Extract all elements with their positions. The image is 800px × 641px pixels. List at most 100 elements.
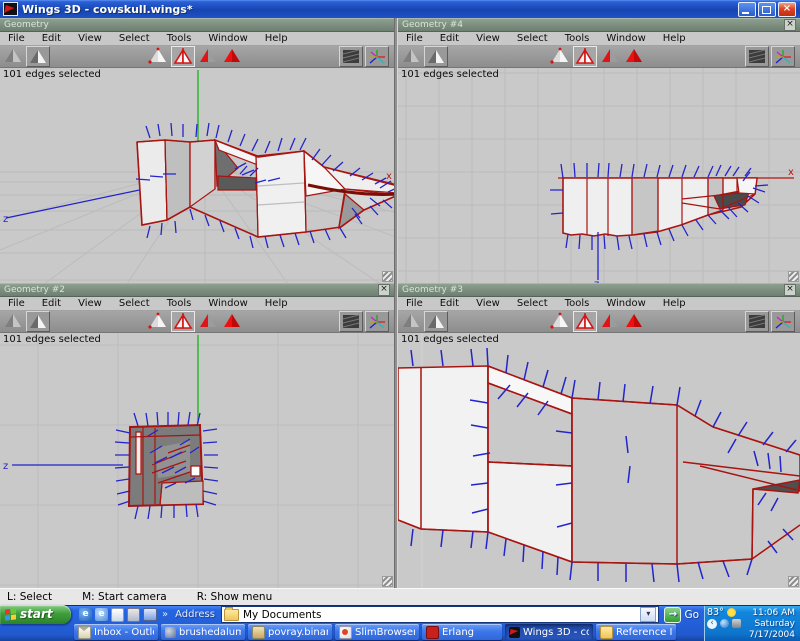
- menu-view[interactable]: View: [70, 298, 111, 310]
- menu-view[interactable]: View: [468, 298, 509, 310]
- axes-toggle-icon[interactable]: [771, 311, 795, 332]
- address-dropdown-button[interactable]: ▾: [640, 607, 656, 622]
- menu-select[interactable]: Select: [111, 298, 159, 310]
- viewport-geometry3-header[interactable]: Geometry #3 ×: [398, 283, 800, 297]
- menu-window[interactable]: Window: [200, 33, 256, 45]
- menu-file[interactable]: File: [0, 33, 34, 45]
- menu-edit[interactable]: Edit: [34, 298, 70, 310]
- body-select-mode-icon[interactable]: [221, 46, 243, 65]
- window-titlebar[interactable]: Wings 3D - cowskull.wings* ×: [0, 0, 800, 18]
- menu-file[interactable]: File: [0, 298, 34, 310]
- shading-toggle-icon[interactable]: [339, 311, 363, 332]
- restore-button[interactable]: [758, 2, 776, 17]
- menu-select[interactable]: Select: [509, 298, 557, 310]
- menu-window[interactable]: Window: [200, 298, 256, 310]
- viewport-geometry4-header[interactable]: Geometry #4 ×: [398, 18, 800, 32]
- viewport-geometry4-canvas[interactable]: 101 edges selected x: [398, 68, 800, 283]
- vertex-select-mode-icon[interactable]: [549, 311, 571, 330]
- internet-explorer-icon[interactable]: e: [79, 608, 92, 621]
- task-button-slimbrowser[interactable]: SlimBrowser - [Goo...: [335, 624, 419, 640]
- viewport-resize-grip[interactable]: [788, 271, 799, 282]
- viewport-geometry-header[interactable]: Geometry: [0, 18, 394, 32]
- start-button[interactable]: start: [0, 605, 71, 624]
- weather-tray-icon[interactable]: [727, 608, 736, 617]
- task-button-brushedalum[interactable]: brushedalum.pov:li...: [161, 624, 245, 640]
- history-redo-icon[interactable]: [424, 311, 448, 332]
- close-window-button[interactable]: ×: [778, 2, 796, 17]
- utility-tray-icon[interactable]: [732, 619, 741, 628]
- notes-shortcut-icon[interactable]: [127, 608, 140, 622]
- viewport-geometry2-header[interactable]: Geometry #2 ×: [0, 283, 394, 297]
- tray-collapse-icon[interactable]: ‹: [707, 619, 717, 629]
- edge-select-mode-icon[interactable]: [171, 46, 195, 67]
- menu-tools[interactable]: Tools: [557, 298, 599, 310]
- viewport-resize-grip[interactable]: [382, 576, 393, 587]
- menu-file[interactable]: File: [398, 298, 432, 310]
- viewport-resize-grip[interactable]: [382, 271, 393, 282]
- task-button-outlook[interactable]: Inbox - Outlook Ex...: [74, 624, 158, 640]
- viewport-geometry-canvas[interactable]: 101 edges selected z x: [0, 68, 394, 283]
- task-button-wings3d[interactable]: Wings 3D - cowskul...: [505, 624, 593, 640]
- body-select-mode-icon[interactable]: [623, 311, 645, 330]
- viewport-resize-grip[interactable]: [788, 576, 799, 587]
- vertex-select-mode-icon[interactable]: [147, 46, 169, 65]
- task-button-erlang[interactable]: Erlang: [422, 624, 502, 640]
- close-viewport-icon[interactable]: ×: [378, 284, 390, 296]
- history-undo-icon[interactable]: [400, 46, 422, 65]
- axes-toggle-icon[interactable]: [365, 311, 389, 332]
- vertex-select-mode-icon[interactable]: [147, 311, 169, 330]
- task-button-reference-images[interactable]: Reference Images: [596, 624, 676, 640]
- history-redo-icon[interactable]: [424, 46, 448, 67]
- msn-explorer-icon[interactable]: e: [95, 608, 108, 621]
- menu-edit[interactable]: Edit: [432, 33, 468, 45]
- menu-window[interactable]: Window: [598, 33, 654, 45]
- shading-toggle-icon[interactable]: [339, 46, 363, 67]
- address-input[interactable]: My Documents ▾: [221, 606, 659, 623]
- face-select-mode-icon[interactable]: [599, 46, 621, 65]
- axes-toggle-icon[interactable]: [771, 46, 795, 67]
- menu-help[interactable]: Help: [257, 298, 297, 310]
- face-select-mode-icon[interactable]: [599, 311, 621, 330]
- body-select-mode-icon[interactable]: [623, 46, 645, 65]
- window-shortcut-icon[interactable]: [143, 608, 157, 621]
- edge-select-mode-icon[interactable]: [573, 46, 597, 67]
- axes-toggle-icon[interactable]: [365, 46, 389, 67]
- close-viewport-icon[interactable]: ×: [784, 19, 796, 31]
- menu-select[interactable]: Select: [111, 33, 159, 45]
- body-select-mode-icon[interactable]: [221, 311, 243, 330]
- edge-select-mode-icon[interactable]: [171, 311, 195, 332]
- menu-edit[interactable]: Edit: [34, 33, 70, 45]
- quick-launch-overflow-icon[interactable]: »: [162, 609, 168, 620]
- menu-tools[interactable]: Tools: [557, 33, 599, 45]
- menu-window[interactable]: Window: [598, 298, 654, 310]
- menu-select[interactable]: Select: [509, 33, 557, 45]
- go-button[interactable]: → Go: [664, 607, 699, 623]
- history-undo-icon[interactable]: [2, 311, 24, 330]
- shading-toggle-icon[interactable]: [745, 311, 769, 332]
- history-redo-icon[interactable]: [26, 311, 50, 332]
- menu-help[interactable]: Help: [655, 33, 695, 45]
- viewport-geometry3-canvas[interactable]: 101 edges selected: [398, 333, 800, 588]
- menu-view[interactable]: View: [70, 33, 111, 45]
- shading-toggle-icon[interactable]: [745, 46, 769, 67]
- vertex-select-mode-icon[interactable]: [549, 46, 571, 65]
- history-undo-icon[interactable]: [400, 311, 422, 330]
- menu-edit[interactable]: Edit: [432, 298, 468, 310]
- face-select-mode-icon[interactable]: [197, 46, 219, 65]
- menu-tools[interactable]: Tools: [159, 298, 201, 310]
- minimize-button[interactable]: [738, 2, 756, 17]
- close-viewport-icon[interactable]: ×: [784, 284, 796, 296]
- task-button-povray-binaries[interactable]: povray.binaries.im...: [248, 624, 332, 640]
- history-redo-icon[interactable]: [26, 46, 50, 67]
- viewport-geometry2-canvas[interactable]: 101 edges selected z: [0, 333, 394, 588]
- menu-help[interactable]: Help: [257, 33, 297, 45]
- network-tray-icon[interactable]: [720, 619, 729, 628]
- menu-view[interactable]: View: [468, 33, 509, 45]
- menu-file[interactable]: File: [398, 33, 432, 45]
- face-select-mode-icon[interactable]: [197, 311, 219, 330]
- history-undo-icon[interactable]: [2, 46, 24, 65]
- menu-help[interactable]: Help: [655, 298, 695, 310]
- document-shortcut-icon[interactable]: [111, 608, 124, 622]
- menu-tools[interactable]: Tools: [159, 33, 201, 45]
- edge-select-mode-icon[interactable]: [573, 311, 597, 332]
